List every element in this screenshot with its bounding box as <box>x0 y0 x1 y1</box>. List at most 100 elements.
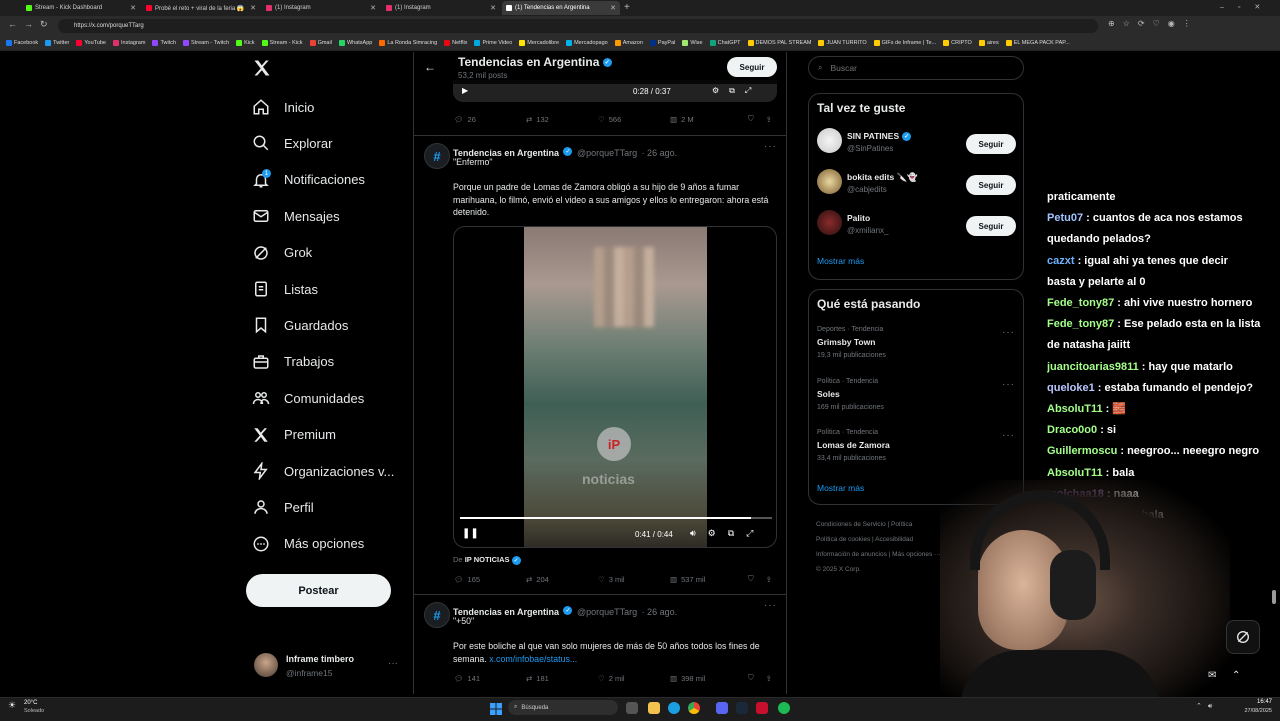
chat-username[interactable]: queloke1 <box>1047 382 1095 394</box>
tweet-avatar[interactable]: # <box>424 143 450 169</box>
tweet-more-icon[interactable]: ··· <box>764 600 777 611</box>
nav-item-listas[interactable]: Listas <box>252 277 318 301</box>
browser-tab[interactable]: Probé el reto + viral de la feria 😱 ✕ <box>142 1 260 15</box>
bookmark-item[interactable]: Netflix <box>444 39 467 46</box>
retweet-button[interactable]: ⇄ 204 <box>526 575 598 584</box>
tweet-handle[interactable]: @porqueTTarg <box>577 148 637 158</box>
like-button[interactable]: ♡ 3 mil <box>598 575 670 584</box>
footer-link[interactable]: Accesibilidad <box>875 536 913 543</box>
weather-icon[interactable]: ☀ <box>8 700 16 711</box>
bookmark-item[interactable]: CRIPTO <box>943 39 972 46</box>
chat-username[interactable]: Fede_tony87 <box>1047 318 1114 330</box>
new-tab-icon[interactable]: + <box>624 2 630 13</box>
tweet-date[interactable]: · 26 ago. <box>642 607 678 617</box>
browser-tab[interactable]: (1) Instagram ✕ <box>262 1 380 15</box>
views-button[interactable]: ▥ 537 mil <box>670 575 748 584</box>
browser-tab[interactable]: (1) Instagram ✕ <box>382 1 500 15</box>
weather-temp[interactable]: 20°C <box>24 700 37 706</box>
close-tab-icon[interactable]: ✕ <box>250 4 256 12</box>
reply-button[interactable]: 💬︎ 165 <box>454 575 526 584</box>
post-button[interactable]: Postear <box>246 574 391 607</box>
search-box[interactable]: ⌕ <box>808 56 1024 80</box>
reload-icon[interactable]: ↻ <box>40 19 48 30</box>
nav-item-comunidades[interactable]: Comunidades <box>252 386 364 410</box>
browser-toolbar-icons[interactable]: ⊕☆⟳♡◉⋮ <box>1108 19 1199 28</box>
share-icon[interactable]: ⇪ <box>766 115 772 124</box>
chat-username[interactable]: AbsoluT11 <box>1047 467 1103 479</box>
app-icon[interactable] <box>756 702 768 714</box>
close-tab-icon[interactable]: ✕ <box>370 4 376 12</box>
like-button[interactable]: ♡ 566 <box>598 115 670 124</box>
trend-title[interactable]: Grimsby Town <box>817 337 875 347</box>
bookmark-icon[interactable]: ⛉ <box>748 574 754 584</box>
browser-tab[interactable]: Stream - Kick Dashboard ✕ <box>22 1 140 15</box>
trend-title[interactable]: Lomas de Zamora <box>817 440 890 450</box>
show-more-link[interactable]: Mostrar más <box>817 256 864 266</box>
clock-time[interactable]: 16:47 <box>1240 699 1272 705</box>
forward-icon[interactable]: → <box>24 19 33 29</box>
bookmark-item[interactable]: La Ronda Simracing <box>379 39 437 46</box>
bookmark-item[interactable]: GIFs de Inframe | Te... <box>873 39 936 46</box>
footer-link[interactable]: Información de anuncios <box>816 551 887 558</box>
window-controls[interactable]: –▫✕ <box>1220 3 1274 11</box>
suggestion-name[interactable]: SIN PATINES ✓ <box>847 131 912 142</box>
discord-icon[interactable] <box>716 702 728 714</box>
file-explorer-icon[interactable] <box>648 702 660 714</box>
bookmark-item[interactable]: Prime Video <box>474 39 512 46</box>
chat-username[interactable]: Guillermoscu <box>1047 445 1117 457</box>
bookmark-item[interactable]: WhatsApp <box>338 39 372 46</box>
grok-floating-icon[interactable] <box>1226 620 1260 654</box>
suggestion-avatar[interactable] <box>817 128 842 153</box>
url-input[interactable]: https://x.com/porqueTTarg <box>58 19 1098 33</box>
taskbar-search[interactable]: ⌕ Búsqueda <box>508 700 618 715</box>
system-tray-icons[interactable]: ⌃🔊︎ <box>1196 702 1218 711</box>
reply-button[interactable]: 💬︎ 26 <box>454 115 526 124</box>
trend-title[interactable]: Soles <box>817 389 840 399</box>
footer-link[interactable]: Política de cookies <box>816 536 870 543</box>
retweet-button[interactable]: ⇄ 181 <box>526 674 598 683</box>
reply-button[interactable]: 💬︎ 141 <box>454 674 526 683</box>
retweet-button[interactable]: ⇄ 132 <box>526 115 598 124</box>
nav-item-trabajos[interactable]: Trabajos <box>252 350 334 374</box>
bookmark-item[interactable]: Instagram <box>112 39 145 46</box>
nav-item-guardados[interactable]: Guardados <box>252 313 348 337</box>
bookmark-item[interactable]: Twitter <box>45 39 69 46</box>
tweet-date[interactable]: · 26 ago. <box>642 148 678 158</box>
nav-item-premium[interactable]: Premium <box>252 423 336 447</box>
expand-drawer-icon[interactable]: ⌃ <box>1232 670 1240 681</box>
tweet-avatar[interactable]: # <box>424 602 450 628</box>
spotify-icon[interactable] <box>778 702 790 714</box>
search-input[interactable] <box>828 62 1003 74</box>
follow-button[interactable]: Seguir <box>966 134 1016 154</box>
bookmark-item[interactable]: Stream - Twitch <box>183 39 229 46</box>
tweet-handle[interactable]: @porqueTTarg <box>577 607 637 617</box>
nav-item-más-opciones[interactable]: Más opciones <box>252 532 364 556</box>
views-button[interactable]: ▥ 398 mil <box>670 674 748 683</box>
bookmark-item[interactable]: Mercadopago <box>566 39 608 46</box>
browser-tab-active[interactable]: (1) Tendencias en Argentina ✕ <box>502 1 620 15</box>
messages-drawer-icon[interactable]: ✉ <box>1208 670 1216 681</box>
nav-item-organizaciones-v[interactable]: Organizaciones v... <box>252 459 394 483</box>
bookmark-item[interactable]: DEMOS PAL STREAM <box>747 39 811 46</box>
tweet-more-icon[interactable]: ··· <box>764 141 777 152</box>
bookmark-item[interactable]: aires <box>978 39 999 46</box>
account-more-icon[interactable]: ··· <box>388 658 398 669</box>
suggestion-avatar[interactable] <box>817 210 842 235</box>
chat-username[interactable]: cazxt <box>1047 255 1075 267</box>
chrome-icon[interactable] <box>688 702 700 714</box>
bookmark-item[interactable]: ChatGPT <box>709 39 741 46</box>
suggestion-name[interactable]: bokita edits 🔪👻 <box>847 172 918 183</box>
share-icon[interactable]: ⇪ <box>766 575 772 584</box>
bookmark-icon[interactable]: ⛉ <box>748 673 754 683</box>
bookmark-item[interactable]: EL MEGA PACK PAP... <box>1005 39 1070 46</box>
share-icon[interactable]: ⇪ <box>766 674 772 683</box>
chat-username[interactable]: Fede_tony87 <box>1047 297 1114 309</box>
bookmark-item[interactable]: Wise <box>682 39 703 46</box>
video-controls-icons[interactable]: 🔊︎⚙⧉⤢ <box>690 528 765 539</box>
nav-item-grok[interactable]: Grok <box>252 241 312 265</box>
bookmark-item[interactable]: Facebook <box>6 39 38 46</box>
footer-link[interactable]: Condiciones de Servicio <box>816 521 886 528</box>
steam-icon[interactable] <box>736 702 748 714</box>
nav-item-mensajes[interactable]: Mensajes <box>252 204 340 228</box>
video-source-link[interactable]: IP NOTICIAS <box>465 555 510 564</box>
